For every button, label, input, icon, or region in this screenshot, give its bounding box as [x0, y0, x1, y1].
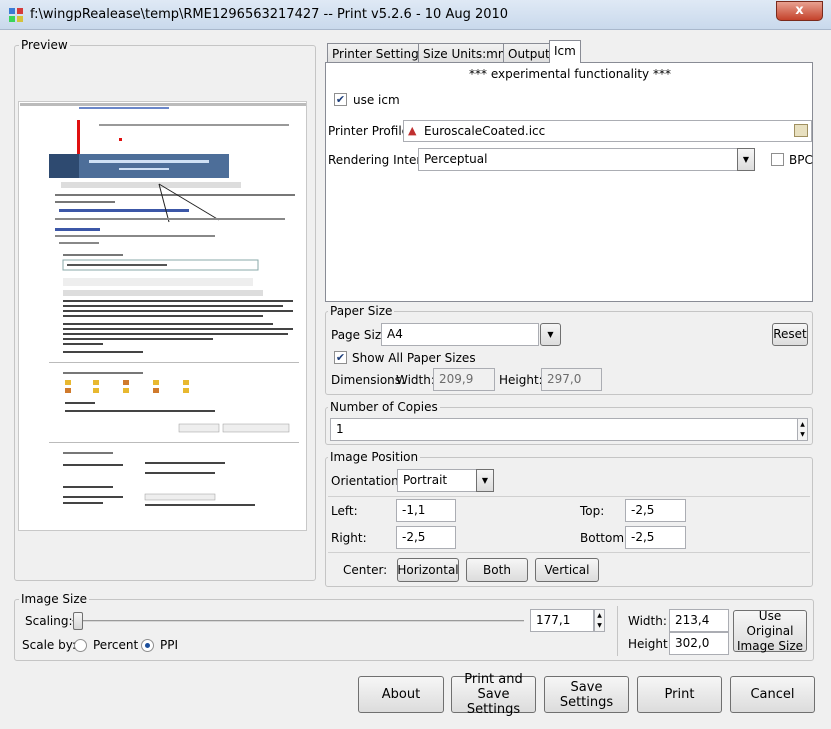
bpc-checkbox[interactable]: [771, 153, 784, 166]
tab-printer-settings[interactable]: Printer Settings: [327, 43, 430, 63]
paper-height-field[interactable]: 297,0: [541, 368, 602, 391]
preview-page: [18, 101, 307, 531]
print-button[interactable]: Print: [637, 676, 722, 713]
browse-icon[interactable]: [794, 124, 808, 137]
image-size-label: Image Size: [19, 592, 90, 606]
preview-label: Preview: [19, 38, 70, 52]
icm-panel: *** experimental functionality *** ✔ use…: [325, 62, 813, 302]
image-height-label: Height:: [628, 637, 672, 651]
about-button[interactable]: About: [358, 676, 444, 713]
save-settings-button[interactable]: Save Settings: [544, 676, 629, 713]
center-horizontal-button[interactable]: Horizontal: [397, 558, 459, 582]
chevron-down-icon[interactable]: ▼: [540, 323, 561, 346]
chevron-down-icon[interactable]: ▼: [476, 469, 494, 492]
image-height-field[interactable]: 302,0: [669, 632, 729, 655]
paper-width-label: Width:: [396, 373, 435, 387]
image-width-label: Width:: [628, 614, 667, 628]
use-icm-label: use icm: [353, 93, 400, 107]
cancel-button[interactable]: Cancel: [730, 676, 815, 713]
printer-profile-label: Printer Profile:: [328, 124, 414, 138]
bottom-margin-field[interactable]: -2,5: [625, 526, 686, 549]
paper-width-field[interactable]: 209,9: [433, 368, 495, 391]
ppi-label: PPI: [160, 638, 179, 652]
use-icm-checkbox[interactable]: ✔: [334, 93, 347, 106]
scaling-label: Scaling:: [25, 614, 73, 628]
page-size-label: Page Size: [331, 328, 389, 342]
percent-label: Percent: [93, 638, 139, 652]
center-label: Center:: [343, 563, 388, 577]
image-position-label: Image Position: [328, 450, 421, 464]
scale-by-label: Scale by:: [22, 638, 76, 652]
copies-field[interactable]: 1: [330, 418, 798, 441]
preview-thumbnail: [20, 103, 306, 506]
bpc-label: BPC: [789, 153, 813, 167]
printer-profile-value: EuroscaleCoated.icc: [424, 124, 546, 138]
close-icon: x: [795, 3, 804, 18]
scaling-spinner[interactable]: ▲ ▼: [594, 609, 605, 632]
divider: [617, 606, 618, 656]
paper-size-label: Paper Size: [328, 304, 395, 318]
page-size-select[interactable]: A4: [381, 323, 539, 346]
bottom-label: Bottom:: [580, 531, 629, 545]
reset-button[interactable]: Reset: [772, 323, 808, 346]
center-vertical-button[interactable]: Vertical: [535, 558, 599, 582]
tab-output[interactable]: Output: [503, 43, 555, 63]
rendering-intent-select[interactable]: Perceptual: [418, 148, 738, 171]
paper-height-label: Height:: [499, 373, 543, 387]
ppi-radio[interactable]: [141, 639, 154, 652]
app-icon: [8, 7, 24, 23]
tab-icm[interactable]: Icm: [549, 40, 581, 63]
scaling-slider-track[interactable]: [72, 620, 524, 622]
left-margin-field[interactable]: -1,1: [396, 499, 456, 522]
right-label: Right:: [331, 531, 367, 545]
chevron-down-icon[interactable]: ▼: [737, 148, 755, 171]
image-width-field[interactable]: 213,4: [669, 609, 729, 632]
scaling-slider-handle[interactable]: [73, 612, 83, 630]
tab-size-units[interactable]: Size Units:mm: [418, 43, 515, 63]
orientation-label: Orientation:: [331, 474, 403, 488]
window-title: f:\wingpRealease\temp\RME1296563217427 -…: [30, 7, 509, 22]
show-all-sizes-label: Show All Paper Sizes: [352, 351, 476, 365]
copies-spinner[interactable]: ▲ ▼: [797, 418, 808, 441]
divider: [328, 496, 810, 497]
copies-label: Number of Copies: [328, 400, 440, 414]
printer-profile-field[interactable]: ▲ EuroscaleCoated.icc: [403, 120, 812, 142]
experimental-notice: *** experimental functionality ***: [469, 67, 671, 81]
print-and-save-button[interactable]: Print and Save Settings: [451, 672, 536, 717]
percent-radio[interactable]: [74, 639, 87, 652]
top-margin-field[interactable]: -2,5: [625, 499, 686, 522]
use-original-size-button[interactable]: Use Original Image Size: [733, 609, 807, 653]
scaling-field[interactable]: 177,1: [530, 609, 594, 632]
show-all-sizes-checkbox[interactable]: ✔: [334, 351, 347, 364]
file-icon: ▲: [408, 124, 417, 137]
rendering-intent-label: Rendering Intent:: [328, 153, 433, 167]
center-both-button[interactable]: Both: [466, 558, 528, 582]
orientation-select[interactable]: Portrait: [397, 469, 477, 492]
top-label: Top:: [580, 504, 605, 518]
left-label: Left:: [331, 504, 358, 518]
dimensions-label: Dimensions:: [331, 373, 406, 387]
divider: [328, 552, 810, 553]
right-margin-field[interactable]: -2,5: [396, 526, 456, 549]
title-bar: f:\wingpRealease\temp\RME1296563217427 -…: [0, 0, 831, 30]
close-button[interactable]: x: [776, 1, 823, 21]
